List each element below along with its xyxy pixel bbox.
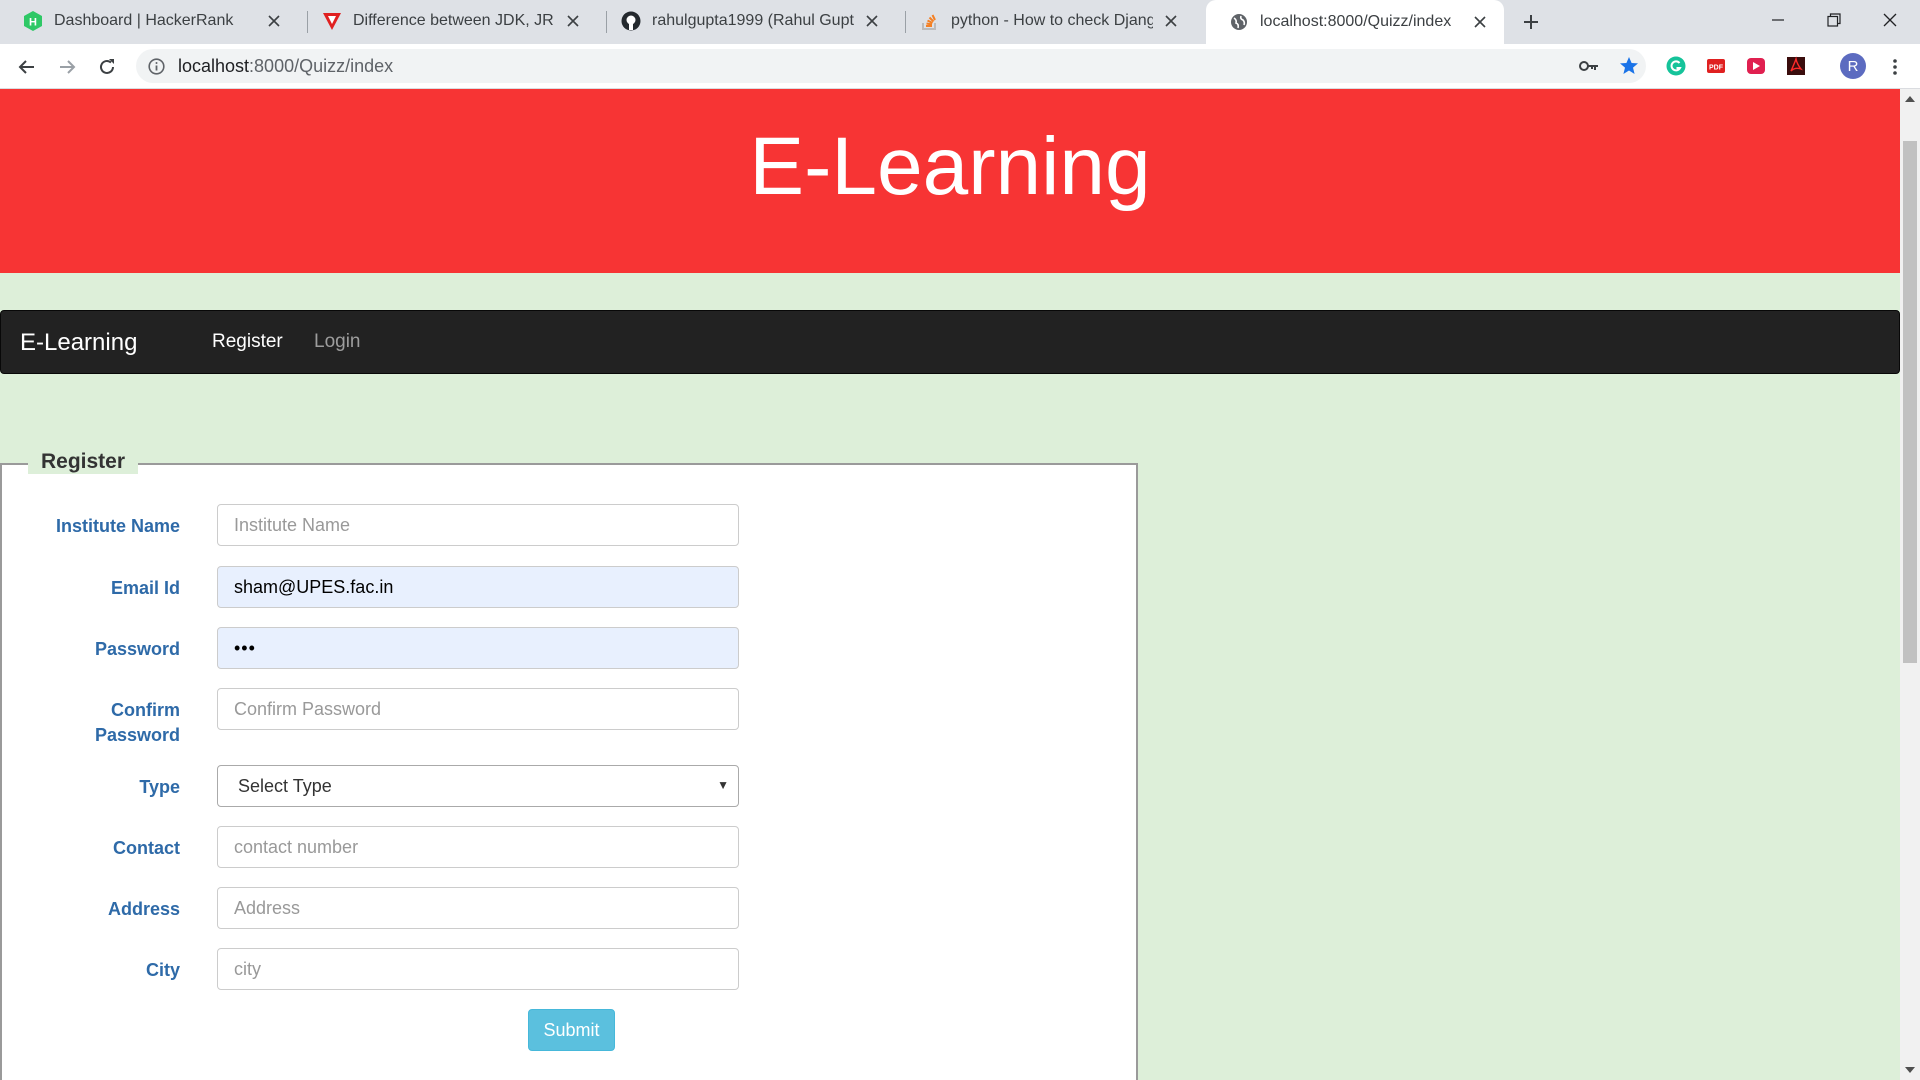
- confirm-password-input[interactable]: [217, 688, 739, 730]
- password-label: Password: [94, 639, 180, 659]
- page-viewport: E-Learning E-Learning Register Login Ins…: [0, 89, 1900, 1080]
- key-icon[interactable]: [1576, 53, 1602, 79]
- contact-input[interactable]: [217, 826, 739, 868]
- svg-text:H: H: [29, 17, 37, 29]
- hackerrank-favicon-icon: H: [23, 11, 43, 31]
- address-bar[interactable]: localhost:8000/Quizz/index: [136, 49, 1646, 83]
- email-label: Email Id: [110, 578, 180, 598]
- video-extension-icon[interactable]: [1744, 54, 1768, 78]
- forward-button[interactable]: [52, 52, 82, 82]
- more-vertical-icon: [1893, 59, 1897, 75]
- page-scrollbar[interactable]: [1900, 89, 1920, 1080]
- github-favicon-icon: [621, 11, 641, 31]
- type-select-value: Select Type: [238, 775, 332, 796]
- close-tab-icon[interactable]: [862, 11, 882, 31]
- reload-button[interactable]: [92, 52, 122, 82]
- avatar-initial: R: [1847, 57, 1859, 75]
- url-path: :8000/Quizz/index: [249, 55, 394, 76]
- bookmark-star-icon[interactable]: [1616, 53, 1642, 79]
- tab-title: Dashboard | HackerRank: [54, 12, 234, 29]
- close-tab-icon[interactable]: [1161, 11, 1181, 31]
- browser-tab-strip: H Dashboard | HackerRank Difference betw…: [0, 0, 1920, 44]
- hero-banner: E-Learning: [0, 89, 1900, 273]
- close-tab-icon[interactable]: [264, 11, 284, 31]
- register-fieldset: Institute Name Email Id Password Confirm…: [0, 463, 1138, 1080]
- browser-tab-active[interactable]: localhost:8000/Quizz/index: [1206, 0, 1504, 44]
- city-input[interactable]: [217, 948, 739, 990]
- address-input[interactable]: [217, 887, 739, 929]
- restore-icon: [1827, 13, 1841, 27]
- confirm-password-label-line1: Confirm: [111, 700, 180, 720]
- nav-link-register[interactable]: Register: [212, 331, 283, 353]
- submit-button[interactable]: Submit: [528, 1009, 615, 1051]
- institute-name-label: Institute Name: [55, 516, 180, 536]
- tab-title: python - How to check Django v: [951, 12, 1153, 29]
- close-icon: [1883, 13, 1897, 27]
- browser-tab[interactable]: H Dashboard | HackerRank: [0, 0, 298, 42]
- restore-window-button[interactable]: [1806, 0, 1862, 40]
- browser-menu-button[interactable]: [1880, 52, 1910, 82]
- address-label: Address: [107, 899, 180, 919]
- plus-icon: [1524, 15, 1538, 29]
- contact-label: Contact: [113, 838, 180, 858]
- close-tab-icon[interactable]: [1470, 12, 1490, 32]
- globe-favicon-icon: [1229, 12, 1249, 32]
- minimize-window-button[interactable]: [1750, 0, 1806, 40]
- svg-text:PDF: PDF: [1709, 65, 1724, 72]
- pdf-extension-icon[interactable]: PDF: [1704, 54, 1728, 78]
- scrollbar-thumb[interactable]: [1903, 141, 1917, 663]
- register-legend: Register: [28, 450, 139, 474]
- tab-title: localhost:8000/Quizz/index: [1260, 13, 1452, 30]
- arrow-left-icon: [18, 60, 34, 74]
- minimize-icon: [1772, 19, 1784, 21]
- address-url: localhost:8000/Quizz/index: [178, 56, 393, 77]
- email-input[interactable]: [217, 566, 739, 608]
- profile-avatar[interactable]: R: [1840, 53, 1866, 79]
- scroll-down-icon[interactable]: [1904, 1064, 1916, 1076]
- grammarly-extension-icon[interactable]: [1664, 54, 1688, 78]
- caret-down-icon: ▼: [717, 778, 729, 792]
- confirm-password-label-line2: Password: [94, 725, 180, 745]
- url-host: localhost: [178, 55, 250, 76]
- scroll-up-icon[interactable]: [1904, 93, 1916, 105]
- site-navbar: E-Learning Register Login: [0, 310, 1900, 374]
- acrobat-extension-icon[interactable]: [1784, 54, 1808, 78]
- browser-tab[interactable]: python - How to check Django v: [897, 0, 1195, 42]
- type-label: Type: [139, 777, 180, 797]
- type-select[interactable]: Select Type ▼: [217, 765, 739, 807]
- password-input[interactable]: [217, 627, 739, 669]
- new-tab-button[interactable]: [1518, 9, 1544, 35]
- browser-tab[interactable]: Difference between JDK, JRE and: [299, 0, 597, 42]
- close-window-button[interactable]: [1862, 0, 1918, 40]
- tutorial-favicon-icon: [322, 11, 342, 31]
- tab-title: Difference between JDK, JRE and: [353, 12, 555, 29]
- arrow-right-icon: [60, 60, 76, 74]
- nav-link-login[interactable]: Login: [314, 331, 361, 353]
- confirm-password-label-wrap: Confirm Password: [20, 698, 180, 748]
- browser-toolbar: localhost:8000/Quizz/index PDF R: [0, 44, 1920, 89]
- site-info-icon[interactable]: [148, 57, 166, 75]
- reload-icon: [100, 59, 114, 74]
- close-tab-icon[interactable]: [563, 11, 583, 31]
- stackoverflow-favicon-icon: [920, 11, 940, 31]
- institute-name-input[interactable]: [217, 504, 739, 546]
- browser-tab[interactable]: rahulgupta1999 (Rahul Gupta): [598, 0, 896, 42]
- city-label: City: [145, 960, 180, 980]
- hero-title: E-Learning: [749, 121, 1151, 212]
- back-button[interactable]: [12, 52, 42, 82]
- tab-title: rahulgupta1999 (Rahul Gupta): [652, 12, 854, 29]
- navbar-brand[interactable]: E-Learning: [20, 329, 137, 357]
